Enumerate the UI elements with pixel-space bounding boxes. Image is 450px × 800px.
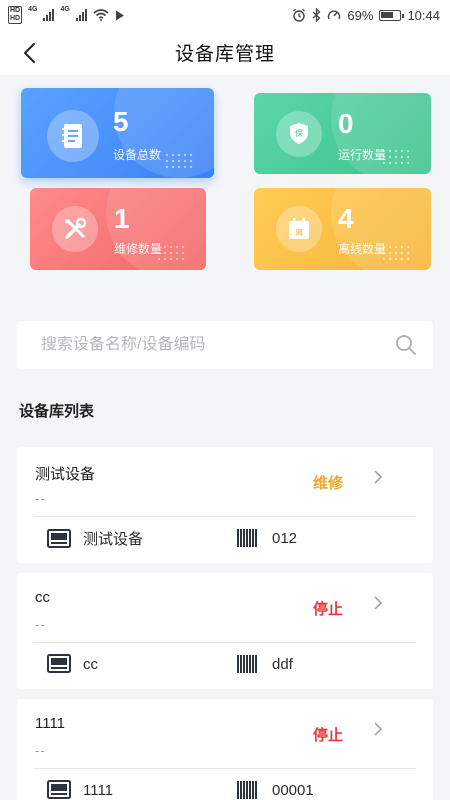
monitor-icon <box>47 528 71 548</box>
device-name: 1111 <box>35 715 66 732</box>
status-badge: 维修 <box>312 475 343 492</box>
device-type: cc <box>83 655 98 673</box>
status-badge: 停止 <box>312 601 343 618</box>
wifi-icon <box>93 9 109 21</box>
total-label: 设备总数 <box>113 148 162 162</box>
play-icon <box>115 10 124 20</box>
divider <box>34 642 416 643</box>
device-list: 测试设备 -- 维修 测试设备 012 cc -- 停止 cc ddf 1111… <box>17 447 433 800</box>
bluetooth-icon <box>312 8 321 22</box>
dots-decoration <box>164 152 194 168</box>
repair-count: 1 <box>114 203 130 234</box>
chevron-left-icon <box>24 43 35 63</box>
monitor-icon <box>47 654 71 673</box>
clock-time: 10:44 <box>407 7 440 23</box>
network-type-a: 4G <box>28 6 38 13</box>
stat-card-repair[interactable]: 1 维修数量 <box>30 188 206 270</box>
stat-icon-circle <box>52 206 98 252</box>
chevron-right-icon <box>374 596 383 610</box>
calendar-icon: 离 <box>289 218 309 239</box>
monitor-icon <box>47 780 71 799</box>
device-type: 测试设备 <box>83 531 144 548</box>
search-input[interactable] <box>41 336 393 354</box>
network-type-b: 4G <box>60 6 70 13</box>
offline-count: 4 <box>338 203 354 234</box>
document-list-icon <box>62 124 82 148</box>
stat-card-running[interactable]: 保 0 运行数量 <box>254 93 431 174</box>
stat-icon-circle: 离 <box>276 206 322 252</box>
offline-icon-text: 离 <box>295 227 303 237</box>
top-navbar: 设备库管理 <box>0 30 450 76</box>
offline-label: 离线数量 <box>338 242 387 256</box>
signal-icon-2 <box>75 9 87 21</box>
stat-icon-circle <box>47 110 99 162</box>
search-icon[interactable] <box>393 332 419 358</box>
battery-icon <box>379 9 405 21</box>
tools-icon <box>65 217 87 239</box>
repair-label: 维修数量 <box>114 242 163 256</box>
barcode-icon <box>237 529 257 547</box>
signal-icon <box>43 9 55 21</box>
hd-icon: HD HD <box>8 6 23 24</box>
battery-percent: 69% <box>347 7 374 23</box>
divider <box>34 768 416 769</box>
device-subtitle: -- <box>35 491 46 506</box>
barcode-icon <box>237 655 257 673</box>
stat-card-total[interactable]: 5 设备总数 <box>21 88 214 178</box>
running-label: 运行数量 <box>338 148 387 162</box>
device-subtitle: -- <box>35 617 46 632</box>
device-code: 012 <box>272 529 298 547</box>
section-title: 设备库列表 <box>19 403 95 420</box>
shield-hand-icon: 保 <box>290 123 308 144</box>
chevron-right-icon <box>374 722 383 736</box>
device-card[interactable]: 测试设备 -- 维修 测试设备 012 <box>17 447 433 563</box>
device-code: 00001 <box>272 781 314 799</box>
device-name: 测试设备 <box>35 466 96 483</box>
search-bar <box>17 321 433 369</box>
stat-card-offline[interactable]: 离 4 离线数量 <box>254 188 431 270</box>
alarm-icon <box>293 8 306 22</box>
back-button[interactable] <box>14 38 44 68</box>
page-title: 设备库管理 <box>174 44 275 65</box>
device-card[interactable]: cc -- 停止 cc ddf <box>17 573 433 689</box>
device-name: cc <box>35 589 50 606</box>
total-count: 5 <box>113 106 129 137</box>
divider <box>34 516 416 517</box>
stat-icon-circle: 保 <box>276 111 322 157</box>
running-icon-text: 保 <box>295 128 303 138</box>
speedometer-icon <box>328 10 341 20</box>
device-card[interactable]: 1111 -- 停止 1111 00001 <box>17 699 433 800</box>
device-code: ddf <box>272 655 293 673</box>
status-bar: HD HD 4G 4G 69% 10:44 <box>0 0 450 30</box>
device-subtitle: -- <box>35 743 46 758</box>
running-count: 0 <box>338 108 354 139</box>
device-type: 1111 <box>83 781 114 799</box>
status-badge: 停止 <box>312 727 343 744</box>
barcode-icon <box>237 781 257 799</box>
chevron-right-icon <box>374 470 383 484</box>
